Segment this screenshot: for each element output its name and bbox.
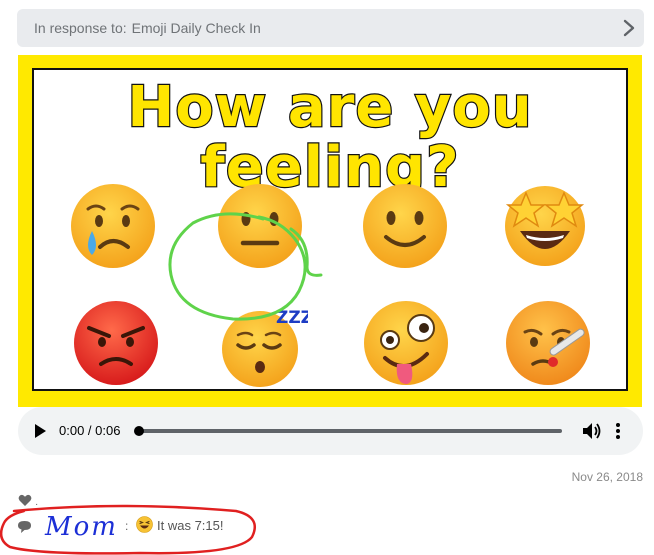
comment-author: Mom [45, 512, 118, 542]
zany-face-icon [361, 298, 451, 388]
poster-frame: How are you feeling? ZZZ [32, 68, 628, 391]
comment-item: Mom : It was 7:15! [0, 503, 654, 555]
angry-face-icon [71, 298, 161, 388]
grinning-squinting-face-icon [136, 516, 153, 533]
audio-time: 0:00 / 0:06 [59, 423, 121, 438]
response-prefix: In response to: [34, 20, 127, 36]
comment-text: It was 7:15! [157, 518, 224, 533]
in-response-to-bar[interactable]: In response to: Emoji Daily Check In [17, 9, 644, 47]
sleeping-face-icon: ZZZ [218, 299, 308, 389]
play-icon[interactable] [32, 423, 48, 439]
post-date: Nov 26, 2018 [571, 470, 643, 484]
audio-player: 0:00 / 0:06 [18, 407, 643, 455]
more-options-icon[interactable] [614, 422, 622, 440]
volume-icon[interactable] [582, 422, 602, 440]
response-target-title: Emoji Daily Check In [131, 20, 261, 36]
audio-progress-knob[interactable] [134, 426, 144, 436]
crying-face-icon [68, 181, 158, 271]
face-with-thermometer-icon [503, 298, 593, 388]
audio-progress-track[interactable] [139, 429, 562, 433]
comment-separator: : [125, 519, 129, 533]
feelings-poster: How are you feeling? ZZZ [18, 55, 642, 407]
comment-icon [18, 521, 31, 533]
chevron-right-icon [623, 19, 635, 37]
star-struck-face-icon [500, 179, 590, 269]
neutral-face-icon [215, 181, 305, 271]
zzz-label: ZZZ [276, 308, 308, 328]
slightly-smiling-face-icon [360, 181, 450, 271]
